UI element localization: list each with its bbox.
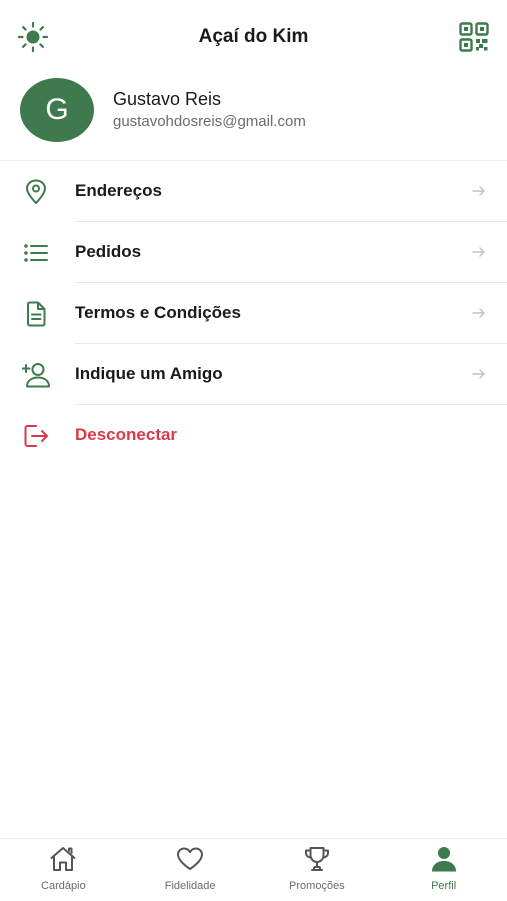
tab-fidelidade[interactable]: Fidelidade — [127, 839, 254, 901]
page-title: Açaí do Kim — [198, 26, 309, 47]
profile-email: gustavohdosreis@gmail.com — [113, 113, 306, 130]
logout-button[interactable]: Desconectar — [0, 405, 507, 466]
menu-item-label: Pedidos — [75, 242, 142, 261]
menu-item-indique-amigo[interactable]: Indique um Amigo — [0, 344, 507, 405]
arrow-right-icon — [471, 366, 487, 382]
location-pin-icon — [22, 178, 50, 206]
profile-name: Gustavo Reis — [113, 89, 222, 109]
menu-item-label: Endereços — [75, 181, 162, 200]
logout-icon — [22, 422, 50, 450]
menu-item-label: Indique um Amigo — [75, 364, 223, 383]
tab-promocoes[interactable]: Promoções — [254, 839, 381, 901]
menu-item-pedidos[interactable]: Pedidos — [0, 222, 507, 283]
tab-label: Cardápio — [41, 880, 86, 892]
menu-item-termos[interactable]: Termos e Condições — [0, 283, 507, 344]
list-icon — [22, 239, 50, 267]
home-icon — [49, 845, 77, 873]
arrow-right-icon — [471, 244, 487, 260]
profile-section: G Gustavo Reis gustavohdosreis@gmail.com — [0, 76, 507, 160]
add-user-icon — [22, 361, 50, 389]
trophy-icon — [303, 845, 331, 873]
arrow-right-icon — [471, 183, 487, 199]
qr-code-button[interactable] — [457, 21, 491, 58]
tab-perfil[interactable]: Perfil — [380, 839, 507, 901]
avatar: G — [20, 78, 94, 142]
menu-item-enderecos[interactable]: Endereços — [0, 161, 507, 222]
menu-item-label: Termos e Condições — [75, 303, 241, 322]
tab-label: Perfil — [431, 880, 457, 892]
tab-label: Promoções — [289, 880, 345, 892]
bottom-tab-bar: Cardápio Fidelidade Promoções Perfil — [0, 838, 507, 901]
menu-item-label: Desconectar — [75, 425, 178, 444]
tab-label: Fidelidade — [164, 880, 216, 892]
qr-code-icon — [458, 21, 490, 58]
arrow-right-icon — [471, 305, 487, 321]
heart-icon — [176, 845, 204, 873]
tab-cardapio[interactable]: Cardápio — [0, 839, 127, 901]
profile-menu: Endereços Pedidos Termos e Condições Ind… — [0, 161, 507, 466]
app-header: Açaí do Kim — [0, 0, 507, 76]
user-icon — [430, 845, 458, 873]
document-icon — [22, 300, 50, 328]
